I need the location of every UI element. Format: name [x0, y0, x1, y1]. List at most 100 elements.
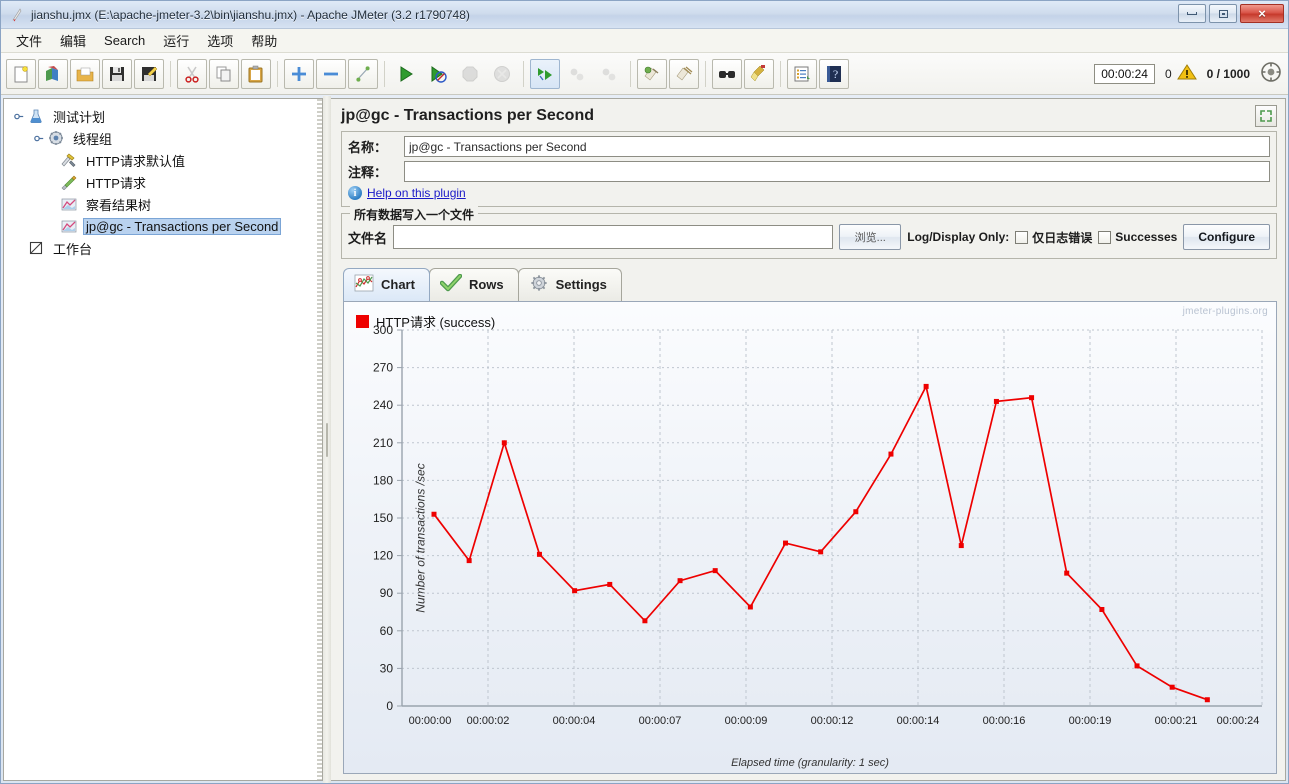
toolbar-group-file	[5, 58, 165, 89]
listener-config-pane: jp@gc - Transactions per Second 名称： jp@g…	[331, 98, 1286, 781]
tree-scrollbar[interactable]	[317, 99, 322, 780]
test-plan-tree: 测试计划 线程组 HTTP请求默认值 HTTP请求 察看结果树 jp@gc - …	[4, 99, 322, 265]
toolbar-status-area: 00:00:24 0 0 / 1000	[1094, 61, 1282, 86]
svg-text:00:00:09: 00:00:09	[725, 715, 768, 727]
splitter-grip	[326, 422, 328, 457]
comment-input[interactable]	[404, 161, 1270, 182]
successes-checkbox[interactable]	[1098, 230, 1112, 244]
tab-settings[interactable]: Settings	[517, 268, 622, 301]
remote-shutdown-all-icon	[594, 59, 624, 89]
save-as-icon[interactable]	[134, 58, 164, 89]
thread-activity-icon[interactable]	[1260, 61, 1282, 86]
minimize-button[interactable]	[1178, 4, 1206, 23]
svg-text:00:00:02: 00:00:02	[467, 715, 510, 727]
start-no-timers-icon[interactable]	[423, 59, 453, 89]
test-plan-icon	[27, 107, 45, 125]
svg-text:120: 120	[373, 549, 393, 563]
tree-label: 察看结果树	[86, 197, 152, 213]
collapse-all-icon[interactable]	[316, 58, 346, 89]
expand-handle-icon[interactable]	[14, 111, 25, 122]
pane-splitter[interactable]	[323, 96, 331, 783]
checkmark-icon	[439, 273, 463, 295]
tree-node-http-request[interactable]: HTTP请求	[8, 171, 318, 193]
svg-text:300: 300	[373, 323, 393, 337]
svg-text:00:00:04: 00:00:04	[553, 715, 596, 727]
function-helper-icon[interactable]	[787, 58, 817, 89]
search-reset-icon[interactable]	[744, 58, 774, 89]
svg-text:270: 270	[373, 361, 393, 375]
paste-icon[interactable]	[241, 58, 271, 89]
search-icon[interactable]	[712, 58, 742, 89]
menu-file[interactable]: 文件	[7, 28, 51, 53]
clear-icon[interactable]	[637, 58, 667, 89]
svg-text:00:00:16: 00:00:16	[983, 715, 1026, 727]
test-plan-tree-pane: 测试计划 线程组 HTTP请求默认值 HTTP请求 察看结果树 jp@gc - …	[3, 98, 323, 781]
svg-text:?: ?	[833, 67, 838, 81]
svg-text:00:00:00: 00:00:00	[409, 715, 452, 727]
toolbar-separator	[705, 60, 706, 87]
menu-help[interactable]: 帮助	[242, 28, 286, 53]
toolbar-separator	[384, 60, 385, 87]
svg-text:0: 0	[386, 699, 393, 713]
successes-label: Successes	[1115, 230, 1178, 244]
svg-text:150: 150	[373, 511, 393, 525]
menu-run[interactable]: 运行	[154, 28, 198, 53]
cut-icon[interactable]	[177, 58, 207, 89]
configure-button[interactable]: Configure	[1183, 224, 1270, 250]
browse-button[interactable]: 浏览...	[839, 224, 902, 250]
save-icon[interactable]	[102, 58, 132, 89]
menu-search[interactable]: Search	[95, 30, 154, 51]
expand-all-icon[interactable]	[284, 58, 314, 89]
tree-node-thread-group[interactable]: 线程组	[8, 127, 318, 149]
tree-node-view-results-tree[interactable]: 察看结果树	[8, 193, 318, 215]
successes-checkbox-wrap[interactable]: Successes	[1098, 230, 1177, 244]
tab-label: Settings	[555, 277, 607, 292]
expand-handle-icon[interactable]	[34, 133, 45, 144]
svg-text:180: 180	[373, 473, 393, 487]
errors-only-checkbox-wrap[interactable]: 仅日志错误	[1015, 229, 1092, 246]
copy-icon[interactable]	[209, 58, 239, 89]
filename-row: 文件名 浏览... Log/Display Only: 仅日志错误 Succes…	[348, 224, 1270, 250]
chart-plot-area: 0 30 60 90 120 150 180 210 240 270 300 00:00:00 00:0…	[373, 323, 1263, 727]
info-icon: i	[348, 186, 362, 200]
thread-count-display: 0 / 1000	[1206, 66, 1250, 81]
elapsed-time-display: 00:00:24	[1094, 63, 1155, 84]
svg-text:00:00:19: 00:00:19	[1069, 715, 1112, 727]
tree-node-workbench[interactable]: 工作台	[8, 237, 318, 259]
name-input[interactable]	[404, 136, 1270, 157]
expand-panel-icon[interactable]	[1255, 105, 1277, 127]
templates-icon[interactable]	[38, 58, 68, 89]
restore-button[interactable]	[1209, 4, 1237, 23]
menu-edit[interactable]: 编辑	[51, 28, 95, 53]
tab-chart[interactable]: Chart	[343, 268, 430, 301]
write-to-file-group: 所有数据写入一个文件 文件名 浏览... Log/Display Only: 仅…	[341, 206, 1277, 259]
errors-only-checkbox[interactable]	[1015, 230, 1029, 244]
tab-rows[interactable]: Rows	[428, 268, 519, 301]
clear-all-icon[interactable]	[669, 58, 699, 89]
tree-node-tps-listener[interactable]: jp@gc - Transactions per Second	[8, 215, 318, 237]
close-button[interactable]: ×	[1240, 4, 1284, 23]
start-icon[interactable]	[391, 59, 421, 89]
menu-options[interactable]: 选项	[198, 28, 242, 53]
tree-node-test-plan[interactable]: 测试计划	[8, 105, 318, 127]
window-title: jianshu.jmx (E:\apache-jmeter-3.2\bin\ji…	[31, 7, 470, 22]
help-on-plugin-link[interactable]: Help on this plugin	[367, 186, 466, 200]
new-icon[interactable]	[6, 58, 36, 89]
tree-label: jp@gc - Transactions per Second	[83, 217, 282, 235]
filename-input[interactable]	[393, 225, 834, 249]
toolbar-group-tree	[283, 58, 379, 89]
svg-text:90: 90	[380, 586, 394, 600]
tree-node-http-defaults[interactable]: HTTP请求默认值	[8, 149, 318, 171]
help-icon[interactable]: ?	[819, 58, 849, 89]
remote-start-all-icon[interactable]	[530, 58, 560, 89]
tps-chart: jmeter-plugins.org HTTP请求 (success) Numb…	[343, 301, 1277, 774]
http-request-icon	[60, 173, 78, 191]
open-icon[interactable]	[70, 58, 100, 89]
filename-label: 文件名	[348, 230, 388, 246]
warning-triangle-icon[interactable]	[1176, 63, 1197, 84]
tree-label: HTTP请求默认值	[86, 153, 185, 169]
toggle-icon[interactable]	[348, 58, 378, 89]
chart-icon	[354, 274, 374, 295]
thread-group-icon	[47, 129, 65, 147]
